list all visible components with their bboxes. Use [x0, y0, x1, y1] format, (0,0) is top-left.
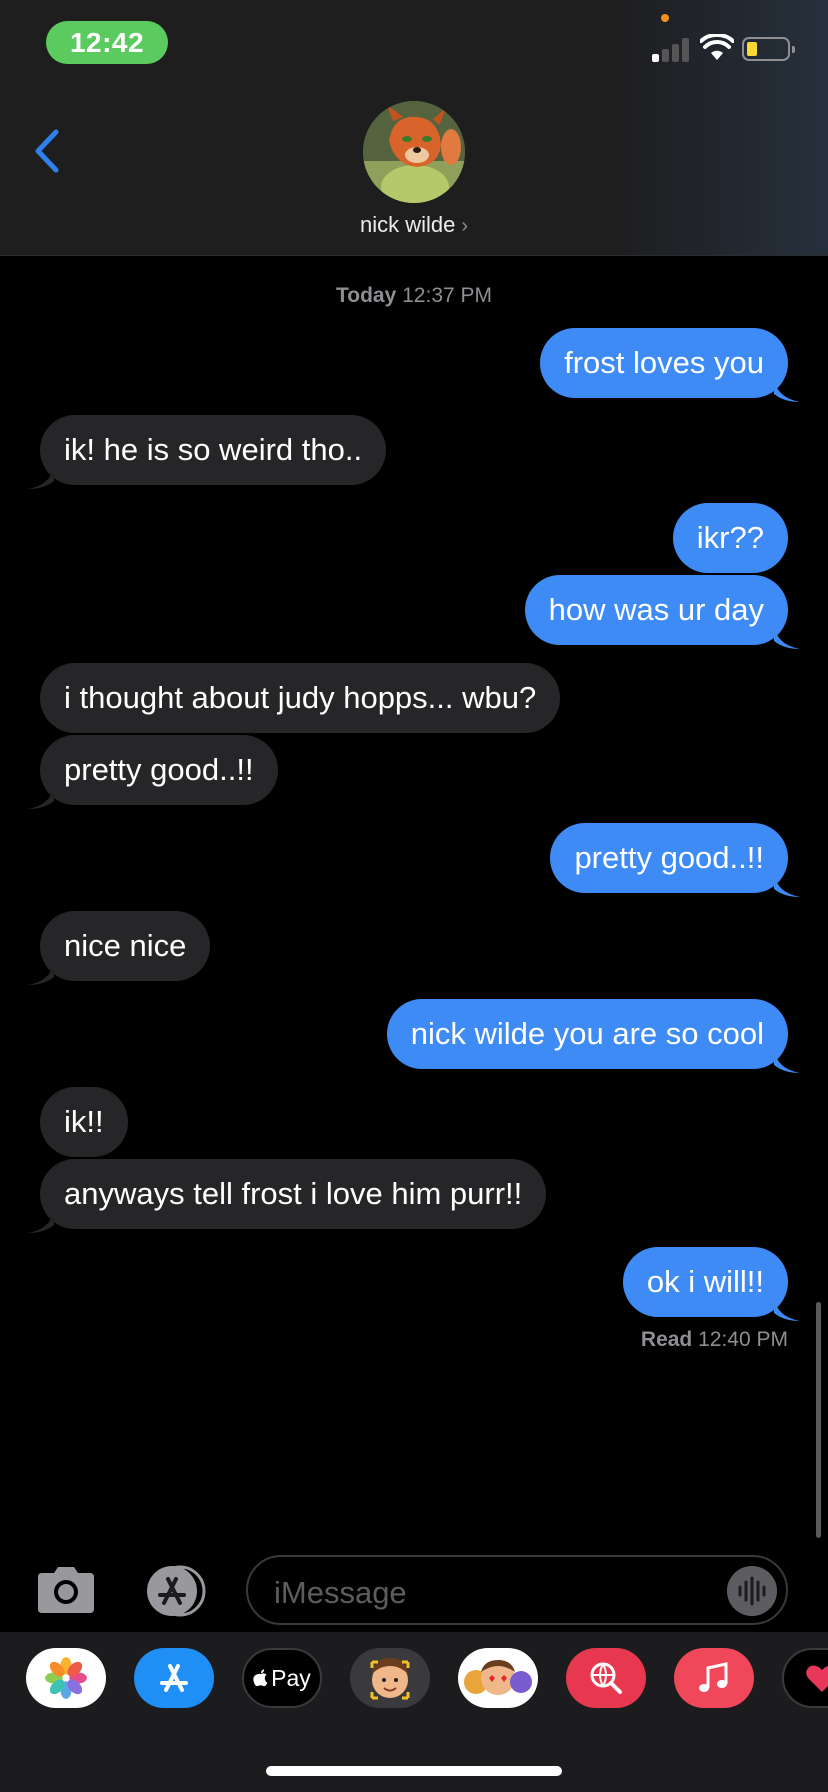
timestamp-day: Today: [335, 284, 397, 307]
message-input[interactable]: iMessage: [246, 1555, 788, 1625]
app-store-toggle-icon[interactable]: [140, 1565, 212, 1617]
bubble-tail: [28, 1211, 54, 1233]
conversation-timestamp: Today 12:37 PM: [0, 284, 828, 308]
bubble-tail: [774, 380, 800, 402]
battery-icon: [742, 37, 795, 61]
home-indicator[interactable]: [266, 1766, 562, 1776]
audio-message-icon[interactable]: [727, 1566, 777, 1616]
photos-icon[interactable]: [26, 1648, 106, 1708]
web-search-icon[interactable]: [566, 1648, 646, 1708]
timestamp-time: 12:37 PM: [402, 284, 493, 307]
message-text: how was ur day: [548, 592, 764, 627]
message-text: ikr??: [696, 520, 764, 555]
message-text: pretty good..!!: [64, 752, 254, 787]
memoji-icon[interactable]: [350, 1648, 430, 1708]
conversation-header: 12:42 nick wilde ›: [0, 0, 828, 256]
bubble-tail: [28, 787, 54, 809]
read-time: 12:40 PM: [698, 1328, 788, 1351]
bubble-tail: [774, 1299, 800, 1321]
message-text: pretty good..!!: [574, 840, 764, 875]
bubble-tail: [28, 963, 54, 985]
message-text: nick wilde you are so cool: [410, 1016, 764, 1051]
incoming-message[interactable]: anyways tell frost i love him purr!!: [28, 1159, 547, 1233]
incoming-message[interactable]: ik! he is so weird tho..: [28, 415, 387, 489]
scrollbar[interactable]: [816, 1302, 821, 1538]
incoming-message[interactable]: pretty good..!!: [28, 735, 278, 809]
outgoing-message[interactable]: ikr??: [672, 503, 788, 573]
outgoing-message[interactable]: frost loves you: [540, 328, 800, 402]
apple-logo-icon: [253, 1669, 268, 1687]
message-text: nice nice: [64, 928, 187, 963]
incoming-message[interactable]: ik!!: [40, 1087, 128, 1157]
outgoing-message[interactable]: ok i will!!: [622, 1247, 800, 1321]
outgoing-message[interactable]: how was ur day: [524, 575, 800, 649]
apple-pay-label: Pay: [271, 1664, 311, 1691]
chevron-right-icon: ›: [461, 215, 469, 237]
cellular-signal-icon: [652, 36, 690, 62]
message-input-placeholder: iMessage: [274, 1575, 407, 1610]
contact-avatar[interactable]: [363, 101, 465, 203]
status-time[interactable]: 12:42: [46, 21, 168, 64]
back-chevron-icon[interactable]: [28, 128, 68, 174]
incoming-message[interactable]: nice nice: [28, 911, 211, 985]
message-text: i thought about judy hopps... wbu?: [64, 680, 537, 715]
message-text: ik!!: [64, 1104, 104, 1139]
message-text: ik! he is so weird tho..: [64, 432, 363, 467]
bubble-tail: [774, 1051, 800, 1073]
read-label: Read: [640, 1328, 693, 1351]
bubble-tail: [28, 467, 54, 489]
message-text: anyways tell frost i love him purr!!: [64, 1176, 523, 1211]
message-text: ok i will!!: [646, 1264, 764, 1299]
bubble-tail: [774, 627, 800, 649]
status-bar: 12:42: [0, 0, 828, 80]
animoji-stickers-icon[interactable]: [458, 1648, 538, 1708]
privacy-indicator-dot: [661, 14, 669, 22]
camera-icon[interactable]: [34, 1565, 98, 1615]
outgoing-message[interactable]: pretty good..!!: [550, 823, 800, 897]
app-store-icon[interactable]: [134, 1648, 214, 1708]
apple-pay-icon[interactable]: Pay: [242, 1648, 322, 1708]
read-receipt: Read 12:40 PM: [641, 1328, 788, 1352]
contact-name-button[interactable]: nick wilde ›: [0, 212, 828, 238]
outgoing-message[interactable]: nick wilde you are so cool: [386, 999, 800, 1073]
bubble-tail: [774, 875, 800, 897]
wifi-icon: [700, 34, 734, 60]
message-text: frost loves you: [564, 345, 764, 380]
incoming-message[interactable]: i thought about judy hopps... wbu?: [40, 663, 561, 733]
music-icon[interactable]: [674, 1648, 754, 1708]
contact-name: nick wilde: [359, 212, 456, 237]
